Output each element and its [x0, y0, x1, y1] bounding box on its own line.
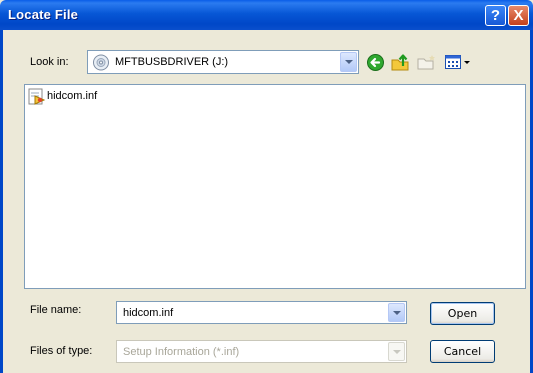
back-icon[interactable] [366, 53, 385, 72]
new-folder-icon[interactable] [416, 54, 436, 70]
views-menu-icon[interactable] [444, 54, 474, 71]
filename-dropdown-button[interactable] [388, 303, 405, 322]
lookin-label: Look in: [30, 56, 69, 68]
filename-label: File name: [30, 304, 82, 316]
setup-file-icon [28, 88, 46, 105]
filename-field[interactable]: hidcom.inf [116, 301, 407, 324]
file-list[interactable]: hidcom.inf [24, 84, 526, 289]
filetype-dropdown-button [388, 342, 405, 361]
open-button[interactable]: Open [430, 302, 495, 325]
lookin-combo[interactable]: MFTBUSBDRIVER (J:) [87, 50, 359, 74]
filetype-label: Files of type: [30, 345, 93, 357]
filetype-combo: Setup Information (*.inf) [116, 340, 407, 363]
up-folder-icon[interactable] [390, 52, 410, 72]
file-name: hidcom.inf [47, 90, 98, 102]
help-button[interactable]: ? [485, 5, 506, 26]
close-button[interactable]: X [508, 5, 529, 26]
cd-drive-icon [93, 54, 109, 71]
filetype-value: Setup Information (*.inf) [123, 346, 240, 358]
lookin-value: MFTBUSBDRIVER (J:) [115, 56, 229, 68]
window-frame-left [0, 30, 3, 373]
filename-value: hidcom.inf [123, 307, 174, 319]
window-title: Locate File [8, 7, 79, 22]
cancel-button[interactable]: Cancel [430, 340, 495, 363]
lookin-dropdown-button[interactable] [340, 52, 357, 72]
title-bar[interactable]: Locate File ? X [0, 0, 533, 30]
